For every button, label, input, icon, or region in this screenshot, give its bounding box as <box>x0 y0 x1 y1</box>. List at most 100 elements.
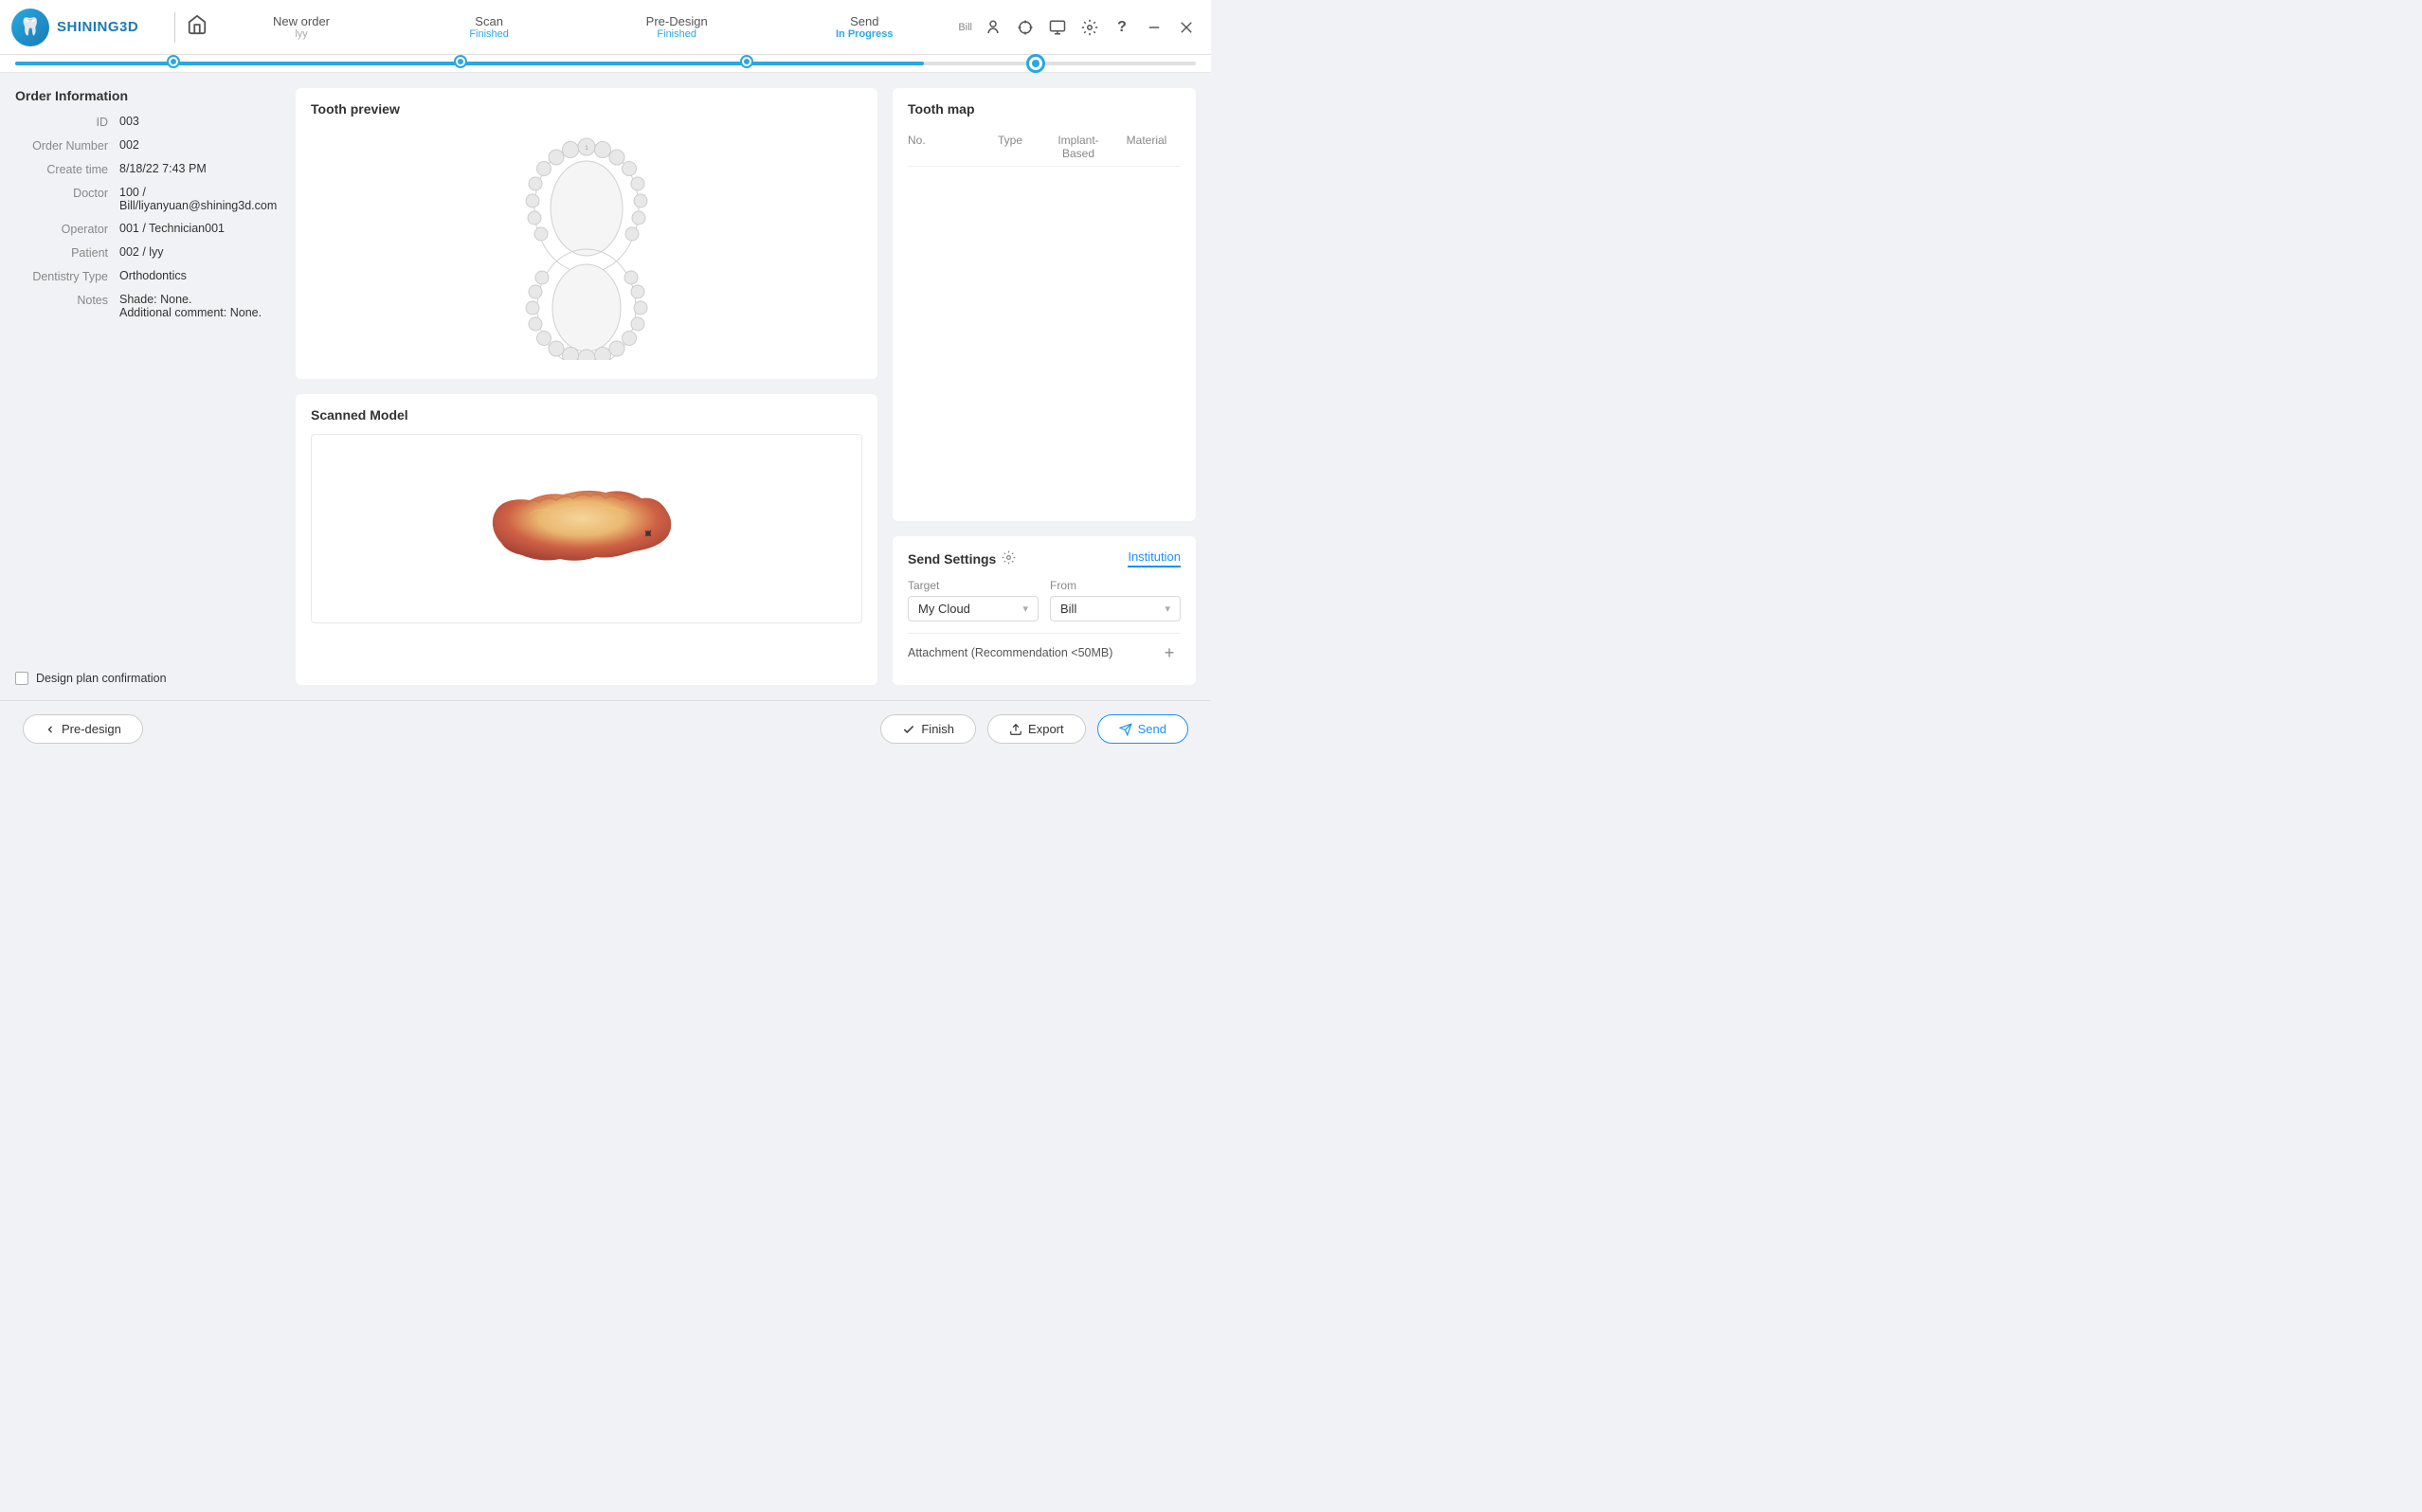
bill-label: Bill <box>958 22 972 33</box>
send-settings-title-area: Send Settings <box>908 550 1016 567</box>
progress-dots <box>15 57 1196 70</box>
export-button[interactable]: Export <box>987 714 1086 744</box>
middle-panel: Tooth preview <box>296 88 877 685</box>
tooth-preview-card: Tooth preview <box>296 88 877 379</box>
step-new-order-sub: lyy <box>295 28 307 40</box>
logo-area: 🦷 SHINING3D <box>11 9 163 46</box>
finish-button[interactable]: Finish <box>880 714 976 744</box>
send-settings-gear-icon[interactable] <box>1002 550 1016 567</box>
info-row-order-number: Order Number 002 <box>15 138 280 153</box>
design-confirm-row: Design plan confirmation <box>15 672 280 685</box>
step-pre-design[interactable]: Pre-Design Finished <box>583 14 770 40</box>
send-settings-header: Send Settings Institution <box>908 549 1181 567</box>
monitor-icon[interactable] <box>1044 14 1071 41</box>
progress-track <box>15 62 1196 65</box>
from-value: Bill <box>1060 602 1076 616</box>
step-new-order[interactable]: New order lyy <box>208 14 395 40</box>
info-row-patient: Patient 002 / lyy <box>15 245 280 260</box>
tooth-map-title: Tooth map <box>908 101 1181 117</box>
tooth-map-columns: No. Type Implant-Based Material <box>908 128 1181 167</box>
tooth-map-col-type: Type <box>976 134 1044 160</box>
scanned-model-title: Scanned Model <box>311 407 862 423</box>
info-value-create-time: 8/18/22 7:43 PM <box>119 162 280 175</box>
settings-icon[interactable] <box>1076 14 1103 41</box>
right-icons-area: Bill ? <box>958 14 1200 41</box>
tooth-map-col-implant: Implant-Based <box>1044 134 1112 160</box>
close-icon[interactable] <box>1173 14 1200 41</box>
tooth-preview-content: 1 <box>311 128 862 365</box>
step-scan-label: Scan <box>475 14 503 28</box>
from-group: From Bill ▾ <box>1050 579 1181 621</box>
crosshair-icon[interactable] <box>1012 14 1039 41</box>
progress-dot-4 <box>1029 57 1042 70</box>
logo-icon: 🦷 <box>11 9 49 46</box>
institution-tab[interactable]: Institution <box>1128 549 1181 567</box>
info-label-operator: Operator <box>15 222 119 236</box>
progress-dot-2 <box>456 57 465 66</box>
right-panel: Tooth map No. Type Implant-Based Materia… <box>893 88 1196 685</box>
bottom-bar: Pre-design Finish Export Send <box>0 700 1211 757</box>
scanned-model-viewport[interactable] <box>311 434 862 623</box>
info-value-notes: Shade: None.Additional comment: None. <box>119 293 280 319</box>
target-select[interactable]: My Cloud ▾ <box>908 596 1039 621</box>
left-panel: Order Information ID 003 Order Number 00… <box>15 88 280 685</box>
target-group: Target My Cloud ▾ <box>908 579 1039 621</box>
tooth-diagram: 1 <box>492 133 681 360</box>
step-send[interactable]: Send In Progress <box>770 14 958 40</box>
step-new-order-label: New order <box>273 14 330 28</box>
design-confirm-checkbox[interactable] <box>15 672 28 685</box>
info-label-id: ID <box>15 115 119 129</box>
info-value-doctor: 100 / Bill/liyanyuan@shining3d.com <box>119 186 280 212</box>
pre-design-button[interactable]: Pre-design <box>23 714 143 744</box>
info-row-id: ID 003 <box>15 115 280 129</box>
step-send-label: Send <box>850 14 878 28</box>
info-label-doctor: Doctor <box>15 186 119 200</box>
from-select[interactable]: Bill ▾ <box>1050 596 1181 621</box>
help-icon[interactable]: ? <box>1109 14 1135 41</box>
send-button[interactable]: Send <box>1097 714 1188 744</box>
order-info-title: Order Information <box>15 88 280 103</box>
info-label-notes: Notes <box>15 293 119 307</box>
from-chevron-icon: ▾ <box>1165 603 1170 615</box>
info-row-notes: Notes Shade: None.Additional comment: No… <box>15 293 280 319</box>
attachment-label: Attachment (Recommendation <50MB) <box>908 646 1112 659</box>
target-from-row: Target My Cloud ▾ From Bill ▾ <box>908 579 1181 621</box>
attachment-row: Attachment (Recommendation <50MB) + <box>908 633 1181 672</box>
order-info-table: ID 003 Order Number 002 Create time 8/18… <box>15 115 280 329</box>
from-label: From <box>1050 579 1181 592</box>
design-confirm-label: Design plan confirmation <box>36 672 280 685</box>
tooth-map-col-no: No. <box>908 134 976 160</box>
tooth-map-col-material: Material <box>1112 134 1181 160</box>
attachment-add-button[interactable]: + <box>1158 641 1181 664</box>
export-btn-label: Export <box>1028 722 1064 736</box>
scanned-model-card: Scanned Model <box>296 394 877 685</box>
info-value-id: 003 <box>119 115 280 128</box>
info-row-operator: Operator 001 / Technician001 <box>15 222 280 236</box>
send-btn-label: Send <box>1138 722 1166 736</box>
step-scan[interactable]: Scan Finished <box>395 14 583 40</box>
info-row-create-time: Create time 8/18/22 7:43 PM <box>15 162 280 176</box>
info-label-create-time: Create time <box>15 162 119 176</box>
finish-btn-label: Finish <box>921 722 954 736</box>
target-label: Target <box>908 579 1039 592</box>
info-label-patient: Patient <box>15 245 119 260</box>
info-value-operator: 001 / Technician001 <box>119 222 280 235</box>
info-row-doctor: Doctor 100 / Bill/liyanyuan@shining3d.co… <box>15 186 280 212</box>
step-pre-design-sub: Finished <box>657 28 696 40</box>
app-title: SHINING3D <box>57 19 138 35</box>
info-row-dentistry-type: Dentistry Type Orthodontics <box>15 269 280 283</box>
minimize-icon[interactable] <box>1141 14 1167 41</box>
main-content: Order Information ID 003 Order Number 00… <box>0 73 1211 700</box>
step-pre-design-label: Pre-Design <box>646 14 708 28</box>
info-value-dentistry-type: Orthodontics <box>119 269 280 282</box>
home-button[interactable] <box>187 14 208 41</box>
user-icon[interactable] <box>980 14 1006 41</box>
send-settings-card: Send Settings Institution Target My Clou… <box>893 536 1196 685</box>
progress-dot-3 <box>742 57 751 66</box>
progress-bar <box>0 55 1211 72</box>
step-send-sub: In Progress <box>836 28 894 40</box>
progress-dot-1 <box>169 57 178 66</box>
target-value: My Cloud <box>918 602 970 616</box>
right-buttons: Finish Export Send <box>880 714 1188 744</box>
target-chevron-icon: ▾ <box>1022 603 1028 615</box>
